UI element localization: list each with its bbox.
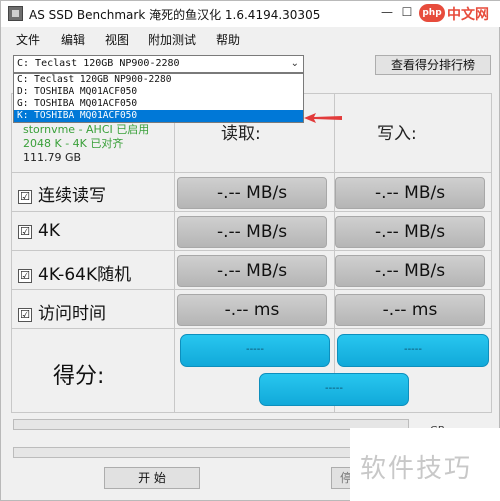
menu-file[interactable]: 文件 <box>16 31 40 48</box>
write-header: 写入: <box>377 124 417 144</box>
drive-option[interactable]: C: Teclast 120GB NP900-2280 <box>14 74 303 86</box>
driver-status: stornvme - AHCI 已启用 <box>23 123 150 136</box>
4k-read-result: -.-- MB/s <box>177 216 327 248</box>
checkbox-icon[interactable]: ☑ <box>18 269 32 283</box>
checkbox-icon[interactable]: ☑ <box>18 225 32 239</box>
checkbox-icon[interactable]: ☑ <box>18 308 32 322</box>
menu-bar: 文件 编辑 视图 附加测试 帮助 <box>1 29 500 49</box>
4k64-write-result: -.-- MB/s <box>335 255 485 287</box>
menu-extra-tests[interactable]: 附加测试 <box>148 31 196 48</box>
menu-view[interactable]: 视图 <box>105 31 129 48</box>
row-label-text: 4K-64K随机 <box>38 265 132 285</box>
chevron-down-icon[interactable]: ⌄ <box>291 56 299 72</box>
row-label-text: 连续读写 <box>38 186 106 206</box>
red-arrow-annotation <box>304 113 342 123</box>
window-title: AS SSD Benchmark 淹死的鱼汉化 1.6.4194.30305 <box>29 8 321 22</box>
drive-option[interactable]: G: TOSHIBA MQ01ACF050 <box>14 98 303 110</box>
row-label-4k[interactable]: ☑ 4K <box>18 221 60 241</box>
php-logo-text: 中文网 <box>447 7 489 23</box>
watermark-text: 软件技巧 <box>360 454 473 484</box>
start-button[interactable]: 开 始 <box>104 467 200 489</box>
row-label-seq[interactable]: ☑ 连续读写 <box>18 181 106 206</box>
grid-divider <box>12 211 491 212</box>
score-label: 得分: <box>53 364 105 389</box>
access-write-result: -.-- ms <box>335 294 485 326</box>
grid-divider <box>12 328 491 329</box>
grid-divider <box>12 250 491 251</box>
write-score: ----- <box>337 334 489 367</box>
menu-edit[interactable]: 编辑 <box>61 31 85 48</box>
total-score: ----- <box>259 373 409 406</box>
drive-option-highlighted[interactable]: K: TOSHIBA MQ01ACF050 <box>14 110 303 122</box>
ranking-button[interactable]: 查看得分排行榜 <box>375 55 491 75</box>
drive-size: 111.79 GB <box>23 151 82 164</box>
drive-info: stornvme - AHCI 已启用 2048 K - 4K 已对齐 111.… <box>23 123 149 165</box>
app-icon <box>8 6 23 21</box>
watermark: 软件技巧 <box>350 428 500 501</box>
drive-dropdown-list: C: Teclast 120GB NP900-2280 D: TOSHIBA M… <box>13 73 304 123</box>
seq-read-result: -.-- MB/s <box>177 177 327 209</box>
row-label-text: 4K <box>38 221 60 241</box>
row-label-access[interactable]: ☑ 访问时间 <box>18 299 106 324</box>
maximize-button[interactable]: ☐ <box>399 4 415 20</box>
4k64-read-result: -.-- MB/s <box>177 255 327 287</box>
minimize-button[interactable]: — <box>379 4 395 20</box>
access-read-result: -.-- ms <box>177 294 327 326</box>
grid-divider <box>334 94 335 412</box>
checkbox-icon[interactable]: ☑ <box>18 190 32 204</box>
seq-write-result: -.-- MB/s <box>335 177 485 209</box>
grid-divider <box>174 94 175 412</box>
drive-select-value: C: Teclast 120GB NP900-2280 <box>17 58 180 69</box>
read-score: ----- <box>180 334 330 367</box>
row-label-text: 访问时间 <box>38 304 106 324</box>
grid-divider <box>12 172 491 173</box>
grid-divider <box>12 289 491 290</box>
row-label-4k64[interactable]: ☑ 4K-64K随机 <box>18 260 131 285</box>
4k-write-result: -.-- MB/s <box>335 216 485 248</box>
alignment-status: 2048 K - 4K 已对齐 <box>23 137 124 150</box>
php-logo: php 中文网 <box>419 2 499 24</box>
menu-help[interactable]: 帮助 <box>216 31 240 48</box>
drive-option[interactable]: D: TOSHIBA MQ01ACF050 <box>14 86 303 98</box>
drive-select[interactable]: C: Teclast 120GB NP900-2280 ⌄ <box>13 55 304 73</box>
php-logo-badge: php <box>419 4 445 22</box>
title-bar: AS SSD Benchmark 淹死的鱼汉化 1.6.4194.30305 —… <box>1 1 500 27</box>
app-window: AS SSD Benchmark 淹死的鱼汉化 1.6.4194.30305 —… <box>0 0 500 501</box>
